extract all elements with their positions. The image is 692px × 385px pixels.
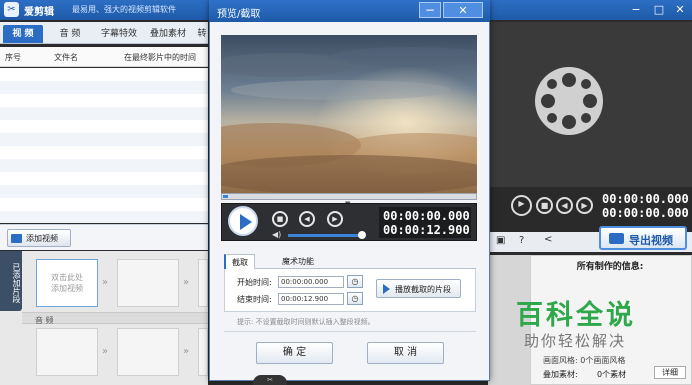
info-overlay-label: 叠加素材: [543, 370, 578, 379]
next-frame-icon[interactable]: ▶ [576, 197, 593, 214]
app-slogan: 最易用、强大的视频剪辑软件 [72, 5, 176, 14]
start-time-input[interactable]: 00:00:00.000 [278, 276, 344, 288]
tab-magic-functions[interactable]: 魔术功能 [276, 254, 320, 269]
video-list[interactable] [0, 68, 208, 223]
tab-video[interactable]: 视 频 [3, 25, 43, 43]
tab-audio[interactable]: 音 频 [50, 25, 90, 43]
watermark-title: 百科全说 [516, 300, 636, 331]
divider [224, 331, 476, 332]
audio-slot[interactable] [117, 328, 179, 376]
ok-button[interactable]: 确 定 [256, 342, 333, 364]
column-time: 在最终影片中的时间 [124, 53, 196, 62]
progress-fill [223, 195, 228, 198]
chevron-right-icon: » [183, 277, 190, 288]
pick-start-time-clock-icon[interactable]: ◷ [347, 275, 363, 288]
cancel-button[interactable]: 取 消 [367, 342, 444, 364]
scissors-icon[interactable]: ✂ [253, 375, 287, 385]
play-icon [383, 284, 390, 294]
app-logo-icon: ✂ [4, 2, 19, 17]
add-video-label: 添加视频 [26, 234, 58, 243]
add-video-button[interactable]: 添加视频 [7, 229, 71, 247]
video-progress-bar[interactable] [221, 193, 477, 200]
slot-hint-line2: 添加视频 [51, 284, 83, 293]
main-current-time: 00:00:00.000 [602, 192, 689, 206]
tab-overlay-material[interactable]: 叠加素材 [145, 25, 191, 43]
play-button[interactable] [228, 206, 258, 236]
minimize-button[interactable]: − [628, 2, 644, 17]
column-filename: 文件名 [54, 53, 78, 62]
dialog-total-time: 00:00:12.900 [383, 223, 470, 237]
info-panel-title: 所有制作的信息: [576, 262, 644, 272]
info-overlay-value: 0个素材 [597, 370, 627, 379]
dialog-close-button[interactable]: ✕ [443, 2, 483, 18]
volume-slider[interactable] [288, 234, 362, 237]
help-icon[interactable]: ? [519, 235, 524, 246]
main-total-time: 00:00:00.000 [602, 206, 689, 220]
info-style-row: 画面风格: 0个画面风格 [543, 356, 626, 365]
watermark-subtitle: 助你轻松解决 [524, 332, 627, 350]
dialog-hint: 提示: 不设置截取时间则默认插入整段视频。 [237, 318, 375, 326]
volume-slider-knob[interactable] [358, 231, 366, 239]
dialog-title: 预览/截取 [217, 9, 261, 20]
clip-slot[interactable] [198, 259, 208, 307]
export-video-button[interactable]: 导出视频 [599, 226, 687, 250]
clip-slot[interactable] [117, 259, 179, 307]
end-time-input[interactable]: 00:00:12.900 [278, 293, 344, 305]
export-video-label: 导出视频 [629, 234, 673, 247]
film-reel-icon [535, 67, 603, 135]
audio-slot[interactable] [36, 328, 98, 376]
detail-button[interactable]: 详细 [654, 366, 686, 379]
stop-icon[interactable]: ■ [272, 211, 288, 227]
tab-clip[interactable]: 截取 [224, 254, 255, 269]
chevron-right-icon: » [102, 277, 109, 288]
chevron-right-icon: » [183, 346, 190, 357]
previous-frame-icon[interactable]: ◀ [556, 197, 573, 214]
end-time-label: 结束时间: [237, 295, 272, 304]
play-icon [240, 214, 252, 230]
export-icon [609, 233, 624, 244]
chevron-right-icon: » [102, 346, 109, 357]
dialog-minimize-button[interactable]: − [419, 2, 441, 18]
slot-hint-line1: 双击此处 [51, 273, 83, 282]
close-button[interactable]: ✕ [672, 2, 688, 17]
audio-track-label: 音 频 [35, 316, 54, 325]
tab-subtitle-effects[interactable]: 字幕特效 [96, 25, 142, 43]
add-video-bar: 添加视频 [0, 224, 208, 250]
maximize-button[interactable]: □ [651, 2, 667, 17]
stop-icon[interactable]: ■ [536, 197, 553, 214]
previous-frame-icon[interactable]: ◀ [299, 211, 315, 227]
save-icon[interactable]: ▣ [496, 235, 505, 246]
play-clip-label: 播放截取的片段 [395, 285, 451, 294]
volume-icon[interactable]: ◀) [272, 230, 281, 239]
dialog-tab-strip [224, 254, 476, 269]
play-icon[interactable]: ▶ [511, 195, 532, 216]
tab-transition[interactable]: 转 [195, 25, 209, 43]
main-tab-bar: 视 频 音 频 字幕特效 叠加素材 转 [0, 22, 208, 44]
next-frame-icon[interactable]: ▶ [327, 211, 343, 227]
start-time-label: 开始时间: [237, 278, 272, 287]
added-clips-label: 已添加片段 [0, 251, 22, 311]
dialog-current-time: 00:00:00.000 [383, 209, 470, 223]
pick-end-time-clock-icon[interactable]: ◷ [347, 292, 363, 305]
share-icon[interactable]: < [544, 234, 552, 245]
audio-slot[interactable] [198, 328, 208, 376]
film-icon [11, 234, 22, 243]
play-clip-button[interactable]: 播放截取的片段 [376, 279, 461, 298]
column-index: 序号 [5, 53, 21, 62]
add-video-slot[interactable]: 双击此处 添加视频 [36, 259, 98, 307]
video-preview-frame [221, 35, 477, 193]
app-name: 爱剪辑 [24, 7, 54, 18]
video-list-header: 序号 文件名 在最终影片中的时间 [0, 47, 208, 67]
